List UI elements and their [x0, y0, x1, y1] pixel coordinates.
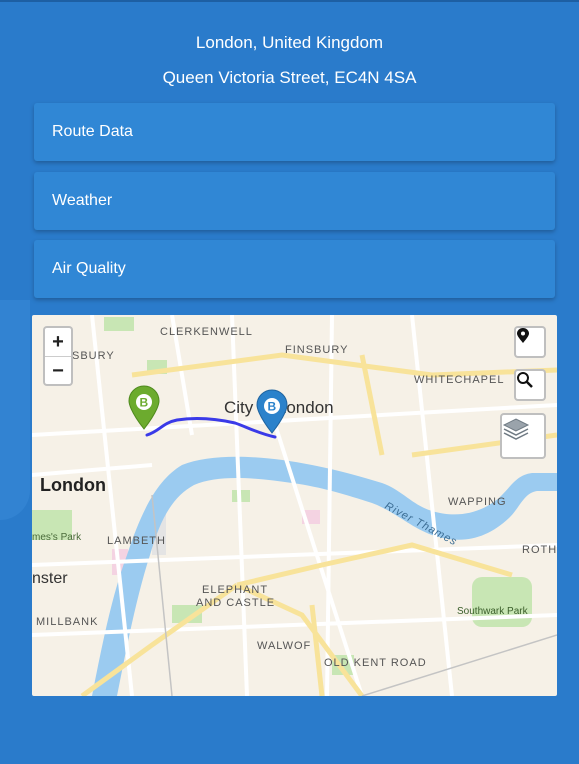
label-southwark-park: Southwark Park: [457, 606, 529, 617]
start-marker-letter: B: [140, 396, 149, 410]
label-clerkenwell: CLERKENWELL: [160, 326, 253, 338]
location-title: London, United Kingdom: [195, 33, 384, 52]
label-whitechapel: WHITECHAPEL: [414, 374, 504, 386]
label-elephant: ELEPHANT: [202, 584, 268, 596]
end-marker-letter: B: [268, 400, 277, 414]
search-icon: [517, 372, 533, 388]
accordion-air-quality[interactable]: Air Quality: [34, 240, 555, 298]
search-button[interactable]: [514, 369, 546, 401]
label-rothe: ROTHE: [522, 544, 557, 556]
layers-button[interactable]: [500, 413, 546, 459]
label-james-park: mes's Park: [32, 532, 82, 543]
park: [104, 317, 134, 331]
label-wapping: WAPPING: [448, 496, 507, 508]
layers-icon: [502, 418, 530, 440]
label-nster: nster: [32, 570, 68, 587]
zoom-out-button[interactable]: −: [45, 357, 71, 385]
background-shape: [0, 300, 30, 520]
label-sbury: SBURY: [72, 350, 115, 362]
map-canvas[interactable]: CLERKENWELL FINSBURY SBURY WHITECHAPEL C…: [32, 315, 557, 696]
zoom-in-button[interactable]: +: [45, 328, 71, 357]
accordion-weather[interactable]: Weather: [34, 172, 555, 230]
label-and-castle: AND CASTLE: [196, 597, 275, 609]
label-lambeth: LAMBETH: [107, 535, 166, 547]
label-millbank: MILLBANK: [36, 616, 98, 628]
label-finsbury: FINSBURY: [285, 344, 348, 356]
zoom-control: + −: [43, 326, 73, 386]
locate-button[interactable]: [514, 326, 546, 358]
start-marker[interactable]: B: [128, 385, 160, 430]
accordion-route-data[interactable]: Route Data: [34, 103, 555, 161]
label-old-kent-road: OLD KENT ROAD: [324, 657, 427, 669]
top-border: [0, 0, 579, 2]
end-marker[interactable]: B: [256, 389, 288, 434]
route-map[interactable]: CLERKENWELL FINSBURY SBURY WHITECHAPEL C…: [32, 315, 557, 696]
label-walworth: WALWOF: [257, 640, 311, 652]
location-pin-icon: [517, 328, 529, 343]
label-london: London: [40, 475, 106, 495]
location-address: Queen Victoria Street, EC4N 4SA: [162, 68, 417, 87]
